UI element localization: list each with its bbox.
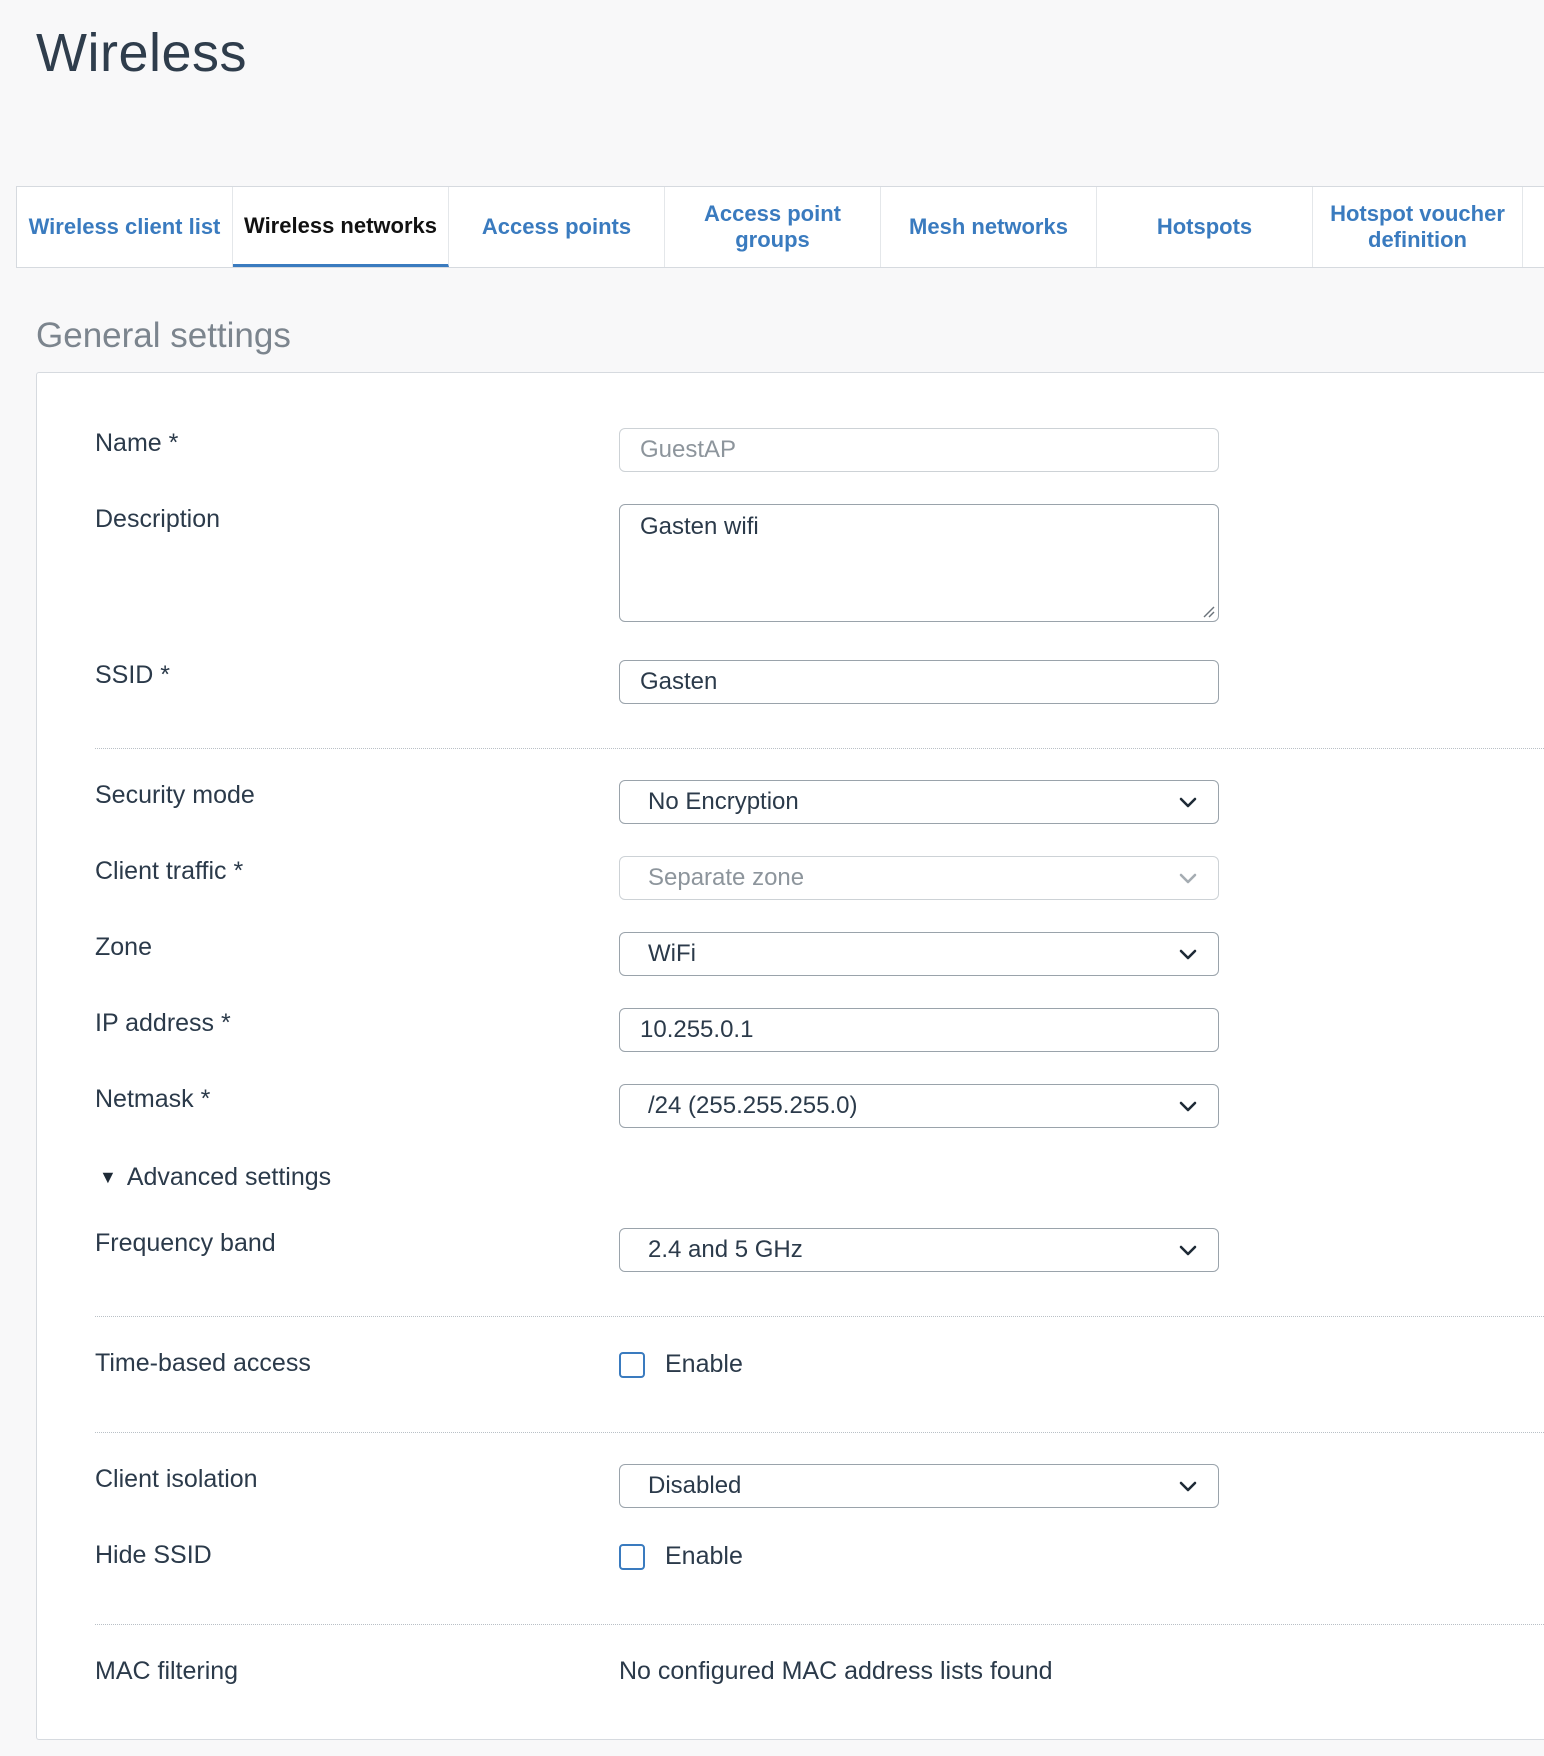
description-textarea[interactable]: Gasten wifi [619, 504, 1219, 622]
chevron-down-icon [1179, 1245, 1197, 1256]
chevron-down-icon [1179, 1101, 1197, 1112]
ip-address-input[interactable]: 10.255.0.1 [619, 1008, 1219, 1052]
divider [95, 1624, 1544, 1625]
time-based-access-checkbox-label: Enable [665, 1350, 743, 1378]
page-title: Wireless [36, 23, 248, 83]
hide-ssid-checkbox-label: Enable [665, 1542, 743, 1570]
frequency-band-value: 2.4 and 5 GHz [648, 1236, 803, 1263]
mac-filtering-value: No configured MAC address lists found [619, 1657, 1053, 1685]
wireless-page: Wireless Wireless client list Wireless n… [0, 0, 1544, 1756]
zone-value: WiFi [648, 940, 696, 967]
netmask-label: Netmask * [95, 1085, 211, 1113]
time-based-access-label: Time-based access [95, 1349, 311, 1377]
zone-select[interactable]: WiFi [619, 932, 1219, 976]
chevron-down-icon [1179, 949, 1197, 960]
security-mode-value: No Encryption [648, 788, 799, 815]
chevron-down-icon [1179, 873, 1197, 884]
tab-hotspots[interactable]: Hotspots [1097, 187, 1313, 267]
resize-grip-icon[interactable] [1201, 604, 1215, 618]
netmask-select[interactable]: /24 (255.255.255.0) [619, 1084, 1219, 1128]
zone-label: Zone [95, 933, 152, 961]
tab-access-points[interactable]: Access points [449, 187, 665, 267]
tab-wireless-networks[interactable]: Wireless networks [233, 187, 449, 267]
hide-ssid-checkbox[interactable] [619, 1543, 645, 1570]
security-mode-label: Security mode [95, 781, 255, 809]
time-based-access-checkbox[interactable] [619, 1351, 645, 1378]
description-label: Description [95, 505, 221, 533]
divider [95, 748, 1544, 749]
client-isolation-value: Disabled [648, 1472, 742, 1499]
client-isolation-select[interactable]: Disabled [619, 1464, 1219, 1508]
ip-address-label: IP address * [95, 1009, 231, 1037]
frequency-band-select[interactable]: 2.4 and 5 GHz [619, 1228, 1219, 1272]
client-traffic-label: Client traffic * [95, 857, 244, 885]
ssid-input[interactable]: Gasten [619, 660, 1219, 704]
netmask-value: /24 (255.255.255.0) [648, 1092, 858, 1119]
tab-wireless-client-list[interactable]: Wireless client list [17, 187, 233, 267]
name-label: Name * [95, 429, 179, 457]
triangle-down-icon: ▼ [99, 1167, 117, 1187]
frequency-band-label: Frequency band [95, 1229, 276, 1257]
client-isolation-label: Client isolation [95, 1465, 258, 1493]
advanced-settings-toggle[interactable]: ▼ Advanced settings [99, 1163, 331, 1192]
name-input[interactable]: GuestAP [619, 428, 1219, 472]
client-traffic-value: Separate zone [648, 864, 805, 891]
hide-ssid-label: Hide SSID [95, 1541, 212, 1569]
description-value: Gasten wifi [640, 513, 759, 540]
ssid-label: SSID * [95, 661, 171, 689]
tab-mesh-networks[interactable]: Mesh networks [881, 187, 1097, 267]
tab-hotspot-voucher-definition[interactable]: Hotspot voucher definition [1313, 187, 1523, 267]
tab-access-point-groups[interactable]: Access point groups [665, 187, 881, 267]
general-settings-panel: Name * GuestAP Description Gasten wifi S… [36, 372, 1544, 1740]
advanced-settings-label: Advanced settings [126, 1163, 332, 1191]
divider [95, 1432, 1544, 1433]
hide-ssid-enable[interactable]: Enable [619, 1542, 743, 1571]
mac-filtering-label: MAC filtering [95, 1657, 239, 1685]
divider [95, 1316, 1544, 1317]
section-title: General settings [36, 316, 291, 355]
chevron-down-icon [1179, 1481, 1197, 1492]
chevron-down-icon [1179, 797, 1197, 808]
tab-bar: Wireless client list Wireless networks A… [16, 186, 1544, 268]
client-traffic-select[interactable]: Separate zone [619, 856, 1219, 900]
time-based-access-enable[interactable]: Enable [619, 1350, 743, 1379]
security-mode-select[interactable]: No Encryption [619, 780, 1219, 824]
